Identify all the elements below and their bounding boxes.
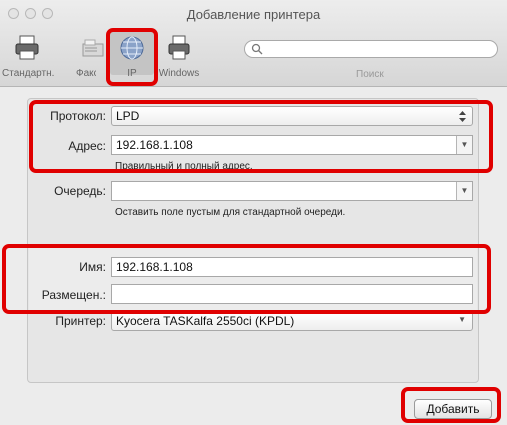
address-hint: Правильный и полный адрес.: [115, 161, 253, 169]
add-button[interactable]: Добавить: [414, 399, 492, 419]
location-label: Размещен.:: [41, 288, 106, 302]
location-field[interactable]: [111, 284, 473, 304]
queue-field[interactable]: ▼: [111, 181, 473, 201]
toolbar-fax-button[interactable]: Факс: [76, 34, 110, 79]
search-icon: [251, 43, 263, 55]
title-bar: Добавление принтера Стандартн. Факс: [0, 0, 507, 87]
name-field[interactable]: 192.168.1.108: [111, 257, 473, 277]
printer-icon: [15, 35, 39, 60]
windows-printer-icon: [168, 35, 190, 60]
toolbar-windows-button[interactable]: Windows: [156, 34, 202, 79]
protocol-select[interactable]: LPD: [111, 106, 473, 126]
queue-dropdown-button[interactable]: ▼: [456, 182, 472, 200]
toolbar-label: Windows: [158, 68, 200, 79]
protocol-label: Протокол:: [50, 109, 106, 123]
queue-hint: Оставить поле пустым для стандартной оче…: [115, 207, 346, 218]
globe-icon: [120, 36, 144, 60]
updown-arrows-icon: [459, 111, 466, 122]
toolbar-label: Стандартн.: [2, 68, 55, 79]
search-label: Поиск: [356, 69, 384, 80]
toolbar-label: Факс: [76, 68, 96, 79]
printer-select[interactable]: Kyocera TASKalfa 2550ci (KPDL) ▼: [111, 311, 473, 331]
address-label: Адрес:: [68, 139, 106, 153]
toolbar-label: IP: [127, 68, 137, 79]
printer-label: Принтер:: [55, 314, 106, 328]
search-input[interactable]: [244, 40, 498, 58]
address-field[interactable]: 192.168.1.108 ▼: [111, 135, 473, 155]
protocol-value: LPD: [116, 109, 140, 123]
fax-icon: [82, 39, 104, 57]
add-printer-window: Добавление принтера Стандартн. Факс: [0, 0, 507, 425]
queue-label: Очередь:: [54, 184, 106, 198]
name-value: 192.168.1.108: [116, 260, 193, 274]
printer-value: Kyocera TASKalfa 2550ci (KPDL): [116, 314, 295, 328]
chevron-down-icon: ▼: [458, 315, 466, 324]
toolbar-ip-button[interactable]: IP: [110, 31, 154, 79]
name-label: Имя:: [79, 260, 106, 274]
address-dropdown-button[interactable]: ▼: [456, 136, 472, 154]
window-title: Добавление принтера: [186, 7, 321, 22]
address-value: 192.168.1.108: [116, 138, 193, 152]
toolbar-default-button[interactable]: Стандартн.: [2, 34, 55, 79]
